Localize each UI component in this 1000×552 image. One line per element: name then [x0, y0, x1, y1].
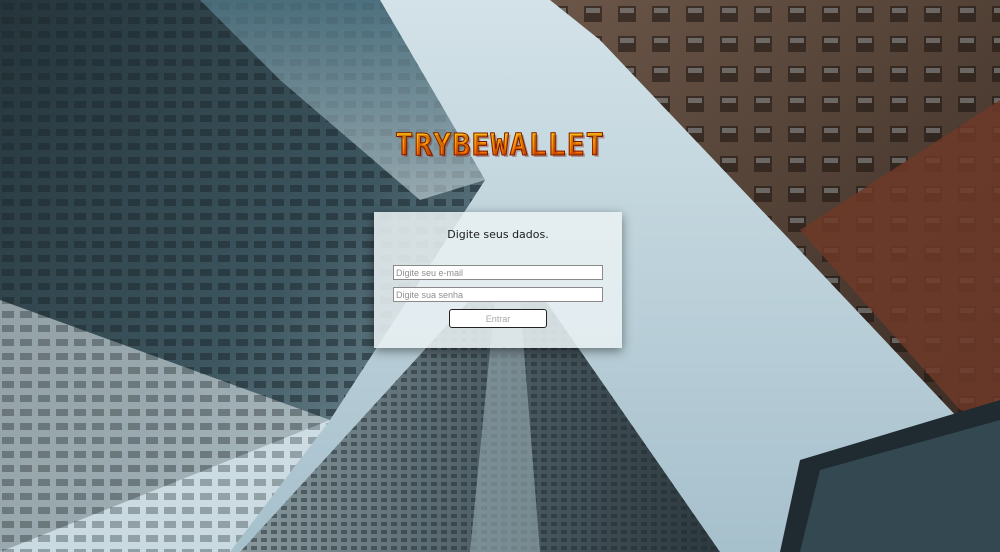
login-button[interactable]: Entrar — [449, 309, 547, 328]
password-field[interactable] — [393, 287, 603, 302]
login-title: Digite seus dados. — [447, 228, 549, 241]
app-logo: TRYBEWALLET — [0, 128, 1000, 164]
email-field[interactable] — [393, 265, 603, 280]
login-card: Digite seus dados. Entrar — [374, 212, 622, 348]
